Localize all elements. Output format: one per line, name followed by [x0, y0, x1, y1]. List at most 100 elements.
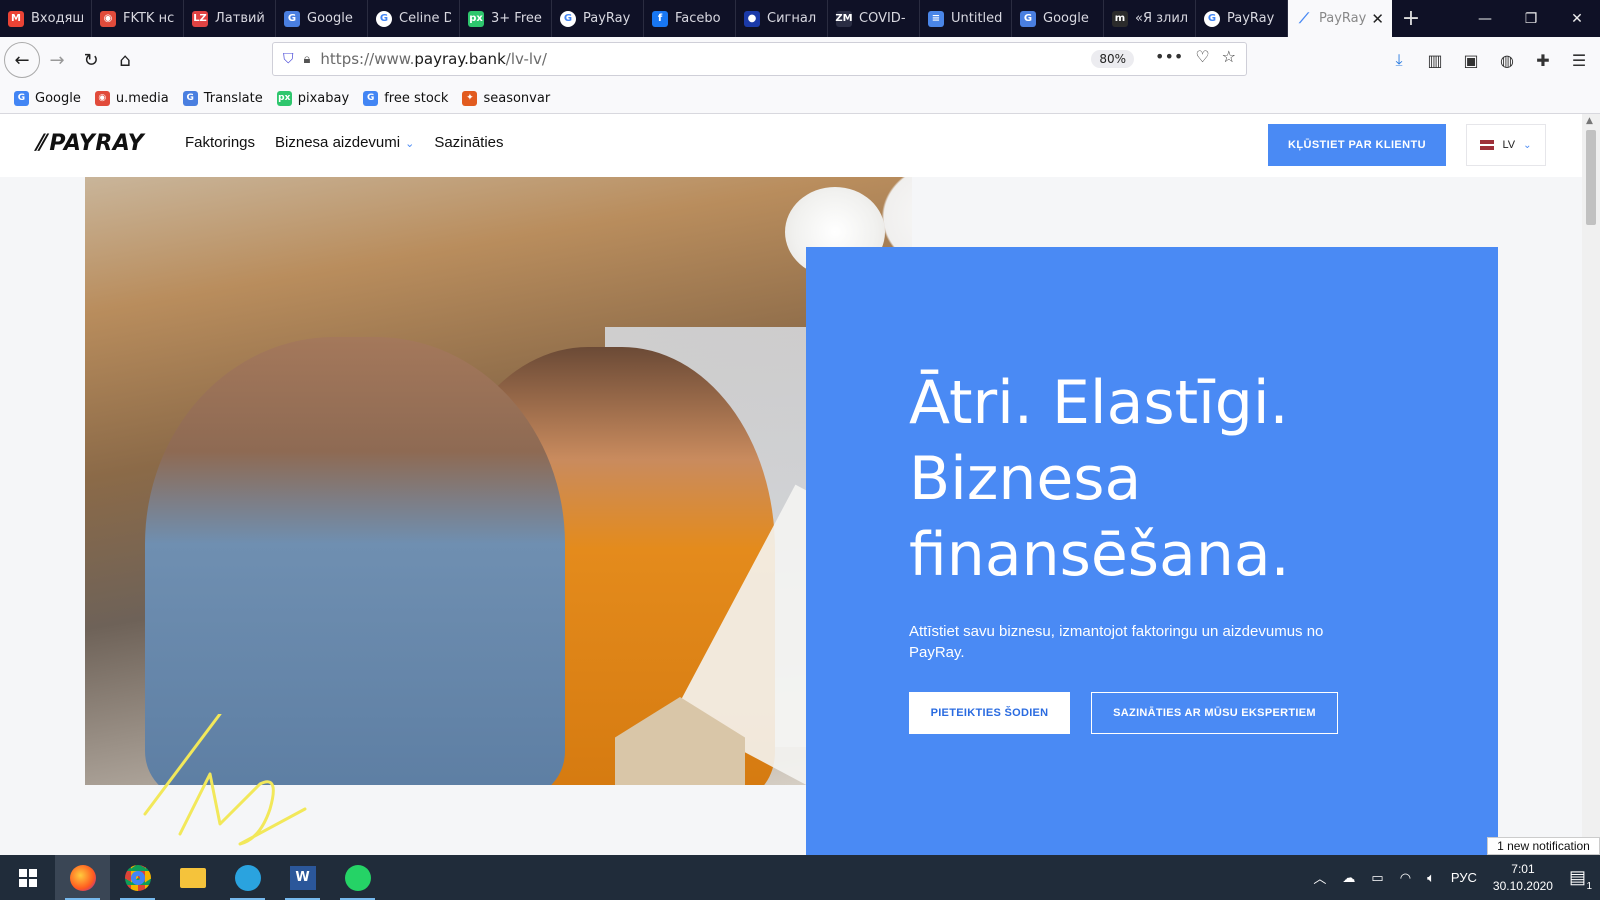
tab-4[interactable]: G Celine D [368, 0, 460, 37]
bookmark-favicon-icon: G [14, 90, 29, 106]
payray-logo-icon: ⫽ [35, 131, 46, 156]
tab-active-payray[interactable]: ⟋ PayRay ✕ [1288, 0, 1392, 37]
bookmark-favicon-icon: px [276, 90, 292, 106]
tab-10[interactable]: ≡ Untitled [920, 0, 1012, 37]
payray-logo[interactable]: ⫽ PAYRAY [35, 131, 144, 156]
tab-9[interactable]: ZM COVID- [828, 0, 920, 37]
shield-icon[interactable]: ⛉ [283, 51, 294, 67]
hero-photo [85, 177, 912, 785]
clock[interactable]: 7:01 30.10.2020 [1493, 861, 1553, 895]
docs-icon: ≡ [928, 10, 944, 27]
signal-icon: ● [744, 10, 760, 27]
wifi-icon[interactable]: ◠ [1400, 870, 1411, 886]
tab-1[interactable]: ◉ FKTK нс [92, 0, 184, 37]
input-language[interactable]: РУС [1451, 870, 1477, 885]
chrome-icon [124, 864, 151, 891]
back-button[interactable]: ← [4, 42, 40, 78]
battery-icon[interactable]: ▭ [1371, 870, 1383, 886]
more-actions-icon[interactable]: ••• [1155, 47, 1183, 66]
contact-experts-button[interactable]: SAZINĀTIES AR MŪSU EKSPERTIEM [1091, 692, 1338, 734]
tab-13[interactable]: G PayRay [1196, 0, 1288, 37]
download-icon[interactable]: ⤓ [1386, 43, 1412, 77]
tab-0[interactable]: M Входящ [0, 0, 92, 37]
sidebar-icon[interactable]: ▣ [1458, 43, 1484, 77]
bookmark-item[interactable]: ✦ seasonvar [462, 90, 550, 106]
apply-today-button[interactable]: PIETEIKTIES ŠODIEN [909, 692, 1070, 734]
hero-panel: Ātri. Elastīgi. Biznesa finansēšana. Att… [806, 247, 1498, 855]
language-selector[interactable]: LV ⌄ [1466, 124, 1546, 166]
whatsapp-icon [344, 864, 371, 891]
bookmark-favicon-icon: ✦ [462, 90, 478, 106]
tab-2[interactable]: LZ Латвий [184, 0, 276, 37]
url-path: /lv-lv/ [505, 50, 547, 68]
telegram-icon [234, 864, 261, 891]
chevron-down-icon: ⌄ [405, 138, 415, 150]
onedrive-icon[interactable]: ☁ [1342, 870, 1355, 886]
taskbar-firefox[interactable] [55, 855, 110, 900]
bookmark-favicon-icon: G [363, 90, 379, 106]
site-header: ⫽ PAYRAY Faktorings Biznesa aizdevumi ⌄ S… [0, 114, 1582, 177]
tab-8[interactable]: ● Сигнал [736, 0, 828, 37]
lock-icon[interactable]: 🔒︎ [304, 52, 311, 67]
bookmarks-bar: G Google ◉ u.media G Translate px pixabay Gfree … [0, 83, 1600, 114]
firefox-icon [69, 864, 96, 891]
close-window-icon[interactable]: ✕ [1554, 0, 1600, 37]
close-tab-icon[interactable]: ✕ [1371, 10, 1384, 28]
payray-icon: ⟋ [1299, 10, 1309, 27]
extensions-icon[interactable]: ✚ [1530, 43, 1556, 77]
toolbar-right: ⤓ ▥ ▣ ◍ ✚ ☰ [1386, 43, 1592, 77]
tab-12[interactable]: m «Я злил [1104, 0, 1196, 37]
google-icon: G [560, 10, 576, 27]
tab-3[interactable]: G Google [276, 0, 368, 37]
library-icon[interactable]: ▥ [1422, 43, 1448, 77]
tab-5[interactable]: px 3+ Free [460, 0, 552, 37]
minimize-icon[interactable]: — [1462, 0, 1508, 37]
page-scrollbar[interactable]: ▲ [1582, 114, 1600, 855]
start-button[interactable] [0, 855, 55, 900]
taskbar-whatsapp[interactable] [330, 855, 385, 900]
bookmark-item[interactable]: ◉ u.media [94, 90, 169, 106]
restore-icon[interactable]: ❐ [1508, 0, 1554, 37]
pixabay-icon: px [468, 10, 484, 27]
new-tab-button[interactable]: + [1392, 0, 1430, 37]
taskbar-explorer[interactable] [165, 855, 220, 900]
reload-button[interactable]: ↻ [74, 43, 108, 77]
bookmark-item[interactable]: Gfree stock [363, 90, 448, 106]
menu-icon[interactable]: ☰ [1566, 43, 1592, 77]
notification-toast[interactable]: 1 new notification [1487, 837, 1600, 855]
volume-icon[interactable]: 🔈︎ [1427, 870, 1435, 886]
gmail-icon: M [8, 10, 24, 27]
bookmark-star-icon[interactable]: ☆ [1222, 47, 1236, 66]
pocket-icon[interactable]: ♡ [1195, 47, 1209, 66]
scroll-up-icon[interactable]: ▲ [1586, 116, 1593, 126]
nav-biznesa-aizdevumi[interactable]: Biznesa aizdevumi ⌄ [275, 134, 414, 151]
zoom-indicator[interactable]: 80% [1091, 50, 1134, 68]
bookmark-item[interactable]: px pixabay [276, 90, 349, 106]
scroll-thumb[interactable] [1586, 130, 1596, 225]
nav-sazinaties[interactable]: Sazināties [434, 134, 503, 151]
zm-icon: ZM [835, 10, 853, 27]
bookmark-favicon-icon: ◉ [94, 90, 110, 106]
tab-6[interactable]: G PayRay [552, 0, 644, 37]
lz-icon: LZ [192, 10, 208, 27]
address-bar[interactable]: ⛉ 🔒︎ https://www. payray.bank/lv-lv/ 80% … [272, 42, 1247, 76]
taskbar-telegram[interactable] [220, 855, 275, 900]
chevron-up-icon[interactable]: ︿ [1313, 868, 1326, 887]
nav-faktorings[interactable]: Faktorings [185, 134, 255, 151]
taskbar-chrome[interactable] [110, 855, 165, 900]
tab-11[interactable]: G Google [1012, 0, 1104, 37]
bookmark-item[interactable]: G Translate [182, 90, 263, 106]
home-button[interactable]: ⌂ [108, 43, 142, 77]
bookmark-favicon-icon: G [182, 90, 198, 106]
word-icon: W [289, 865, 316, 890]
taskbar-word[interactable]: W [275, 855, 330, 900]
action-center-icon[interactable]: ▤ 1 [1569, 867, 1592, 892]
account-avatar[interactable]: ◍ [1494, 43, 1520, 77]
url-host: payray.bank [414, 50, 506, 68]
tab-7[interactable]: f Facebo [644, 0, 736, 37]
chevron-down-icon: ⌄ [1523, 139, 1532, 151]
become-client-button[interactable]: KĻŪSTIET PAR KLIENTU [1268, 124, 1446, 166]
forward-button[interactable]: → [40, 43, 74, 77]
bookmark-item[interactable]: G Google [14, 90, 81, 106]
browser-tab-strip: M Входящ ◉ FKTK нс LZ Латвий G Google G Celine Dp… [0, 0, 1600, 37]
